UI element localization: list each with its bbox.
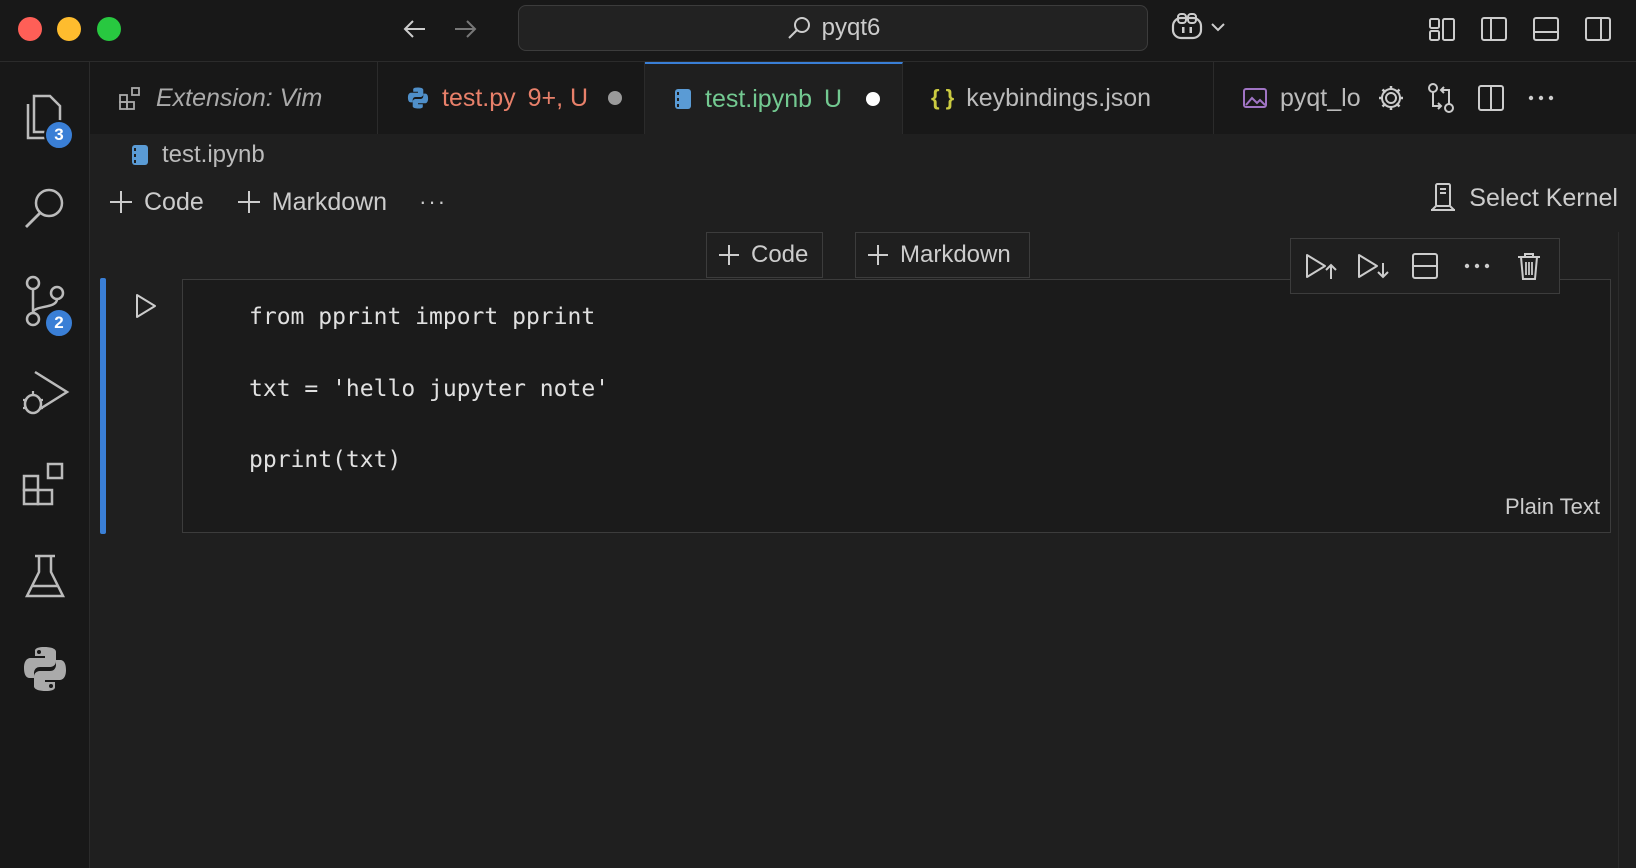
command-center-text: pyqt6 (821, 14, 881, 41)
code-line: from pprint import pprint (249, 304, 596, 330)
tab-pyqt-lo[interactable]: pyqt_lo (1214, 62, 1370, 134)
maximize-window-button[interactable] (97, 17, 121, 41)
title-bar: pyqt6 (0, 0, 1636, 62)
customize-layout-icon[interactable] (1424, 12, 1460, 46)
add-markdown-cell-button[interactable]: Markdown (236, 188, 387, 217)
notebook-toolbar: Code Markdown ··· (108, 180, 479, 224)
select-kernel-label: Select Kernel (1469, 183, 1618, 212)
split-cell-icon[interactable] (1401, 244, 1449, 288)
activity-search[interactable] (0, 164, 90, 254)
tab-label: test.py (442, 83, 516, 112)
code-cell-editor[interactable]: from pprint import pprint txt = 'hello j… (182, 279, 1611, 533)
activity-explorer[interactable]: 3 (0, 72, 90, 162)
close-window-button[interactable] (18, 17, 42, 41)
activity-bar: 3 2 (0, 62, 90, 868)
more-icon[interactable] (1453, 244, 1501, 288)
tab-label: keybindings.json (966, 83, 1152, 112)
add-code-label: Code (144, 187, 204, 216)
add-code-cell-button[interactable]: Code (108, 188, 204, 217)
compare-changes-icon[interactable] (1416, 76, 1466, 120)
chevron-down-icon (1210, 21, 1226, 33)
add-markdown-label: Markdown (271, 187, 388, 216)
notebook-icon (673, 87, 693, 111)
code-line: pprint(txt) (249, 447, 402, 473)
execute-above-icon[interactable] (1297, 244, 1345, 288)
tab-status: U (824, 84, 843, 113)
server-icon (1429, 182, 1457, 214)
toggle-primary-sidebar-icon[interactable] (1476, 12, 1512, 46)
extensions-icon (20, 460, 70, 510)
breadcrumb-file: test.ipynb (162, 141, 265, 168)
copilot-menu[interactable] (1170, 12, 1226, 42)
code-line: txt = 'hello jupyter note' (249, 376, 610, 402)
tab-status: 9+, U (527, 83, 589, 112)
activity-extensions[interactable] (0, 440, 90, 530)
insert-code-cell-button[interactable]: Code (706, 232, 823, 278)
copilot-icon (1170, 12, 1204, 42)
more-icon[interactable]: ··· (419, 189, 447, 215)
delete-icon[interactable] (1505, 244, 1553, 288)
run-cell-button[interactable] (126, 286, 166, 326)
forward-arrow-icon[interactable] (448, 12, 482, 46)
more-actions-icon[interactable] (1516, 76, 1566, 120)
source-control-badge: 2 (44, 308, 74, 338)
plus-icon (717, 243, 741, 267)
tab-label: Extension: Vim (156, 83, 323, 112)
execute-below-icon[interactable] (1349, 244, 1397, 288)
run-debug-icon (19, 368, 71, 418)
editor-tab-bar: Extension: Vim test.py 9+, U test.ipynb … (90, 62, 1636, 134)
modified-dot-icon[interactable] (608, 91, 623, 105)
tab-label: test.ipynb (705, 84, 813, 113)
plus-icon (108, 189, 134, 215)
python-file-icon (406, 86, 430, 110)
cell-language-picker[interactable]: Plain Text (1505, 494, 1600, 520)
activity-testing[interactable] (0, 532, 90, 622)
play-icon (133, 292, 159, 320)
editor-scrollbar[interactable] (1618, 232, 1636, 868)
select-kernel-button[interactable]: Select Kernel (1429, 182, 1618, 214)
insert-code-label: Code (751, 241, 809, 268)
tab-test-py[interactable]: test.py 9+, U (378, 62, 645, 134)
breadcrumb[interactable]: test.ipynb (130, 138, 265, 172)
split-editor-icon[interactable] (1466, 76, 1516, 120)
image-file-icon (1242, 86, 1268, 110)
cell-focus-indicator (100, 278, 106, 534)
explorer-badge: 3 (44, 120, 74, 150)
activity-python[interactable] (0, 624, 90, 714)
plus-icon (236, 189, 262, 215)
activity-source-control[interactable]: 2 (0, 256, 90, 346)
minimize-window-button[interactable] (57, 17, 81, 41)
search-icon (786, 15, 812, 41)
python-icon (20, 644, 70, 694)
search-icon (21, 185, 69, 233)
gear-icon[interactable] (1366, 76, 1416, 120)
plus-icon (866, 243, 890, 267)
tab-test-ipynb[interactable]: test.ipynb U (645, 62, 903, 134)
json-icon: { } (931, 85, 955, 110)
tab-keybindings-json[interactable]: { } keybindings.json (903, 62, 1214, 134)
command-center[interactable]: pyqt6 (518, 5, 1148, 51)
insert-markdown-cell-button[interactable]: Markdown (855, 232, 1030, 278)
beaker-icon (23, 552, 67, 602)
cell-toolbar (1290, 238, 1560, 294)
tab-extension-vim[interactable]: Extension: Vim (90, 62, 378, 134)
vscode-window: pyqt6 3 2 Extension: Vim test.py 9+, U t… (0, 0, 1636, 868)
tab-actions (1366, 76, 1566, 120)
toggle-secondary-sidebar-icon[interactable] (1580, 12, 1616, 46)
insert-markdown-label: Markdown (900, 241, 1011, 268)
notebook-icon (130, 143, 150, 167)
toggle-panel-icon[interactable] (1528, 12, 1564, 46)
tab-label: pyqt_lo (1280, 83, 1361, 112)
back-arrow-icon[interactable] (398, 12, 432, 46)
modified-dot-icon[interactable] (866, 92, 881, 106)
extension-icon (118, 85, 144, 111)
activity-run-debug[interactable] (0, 348, 90, 438)
